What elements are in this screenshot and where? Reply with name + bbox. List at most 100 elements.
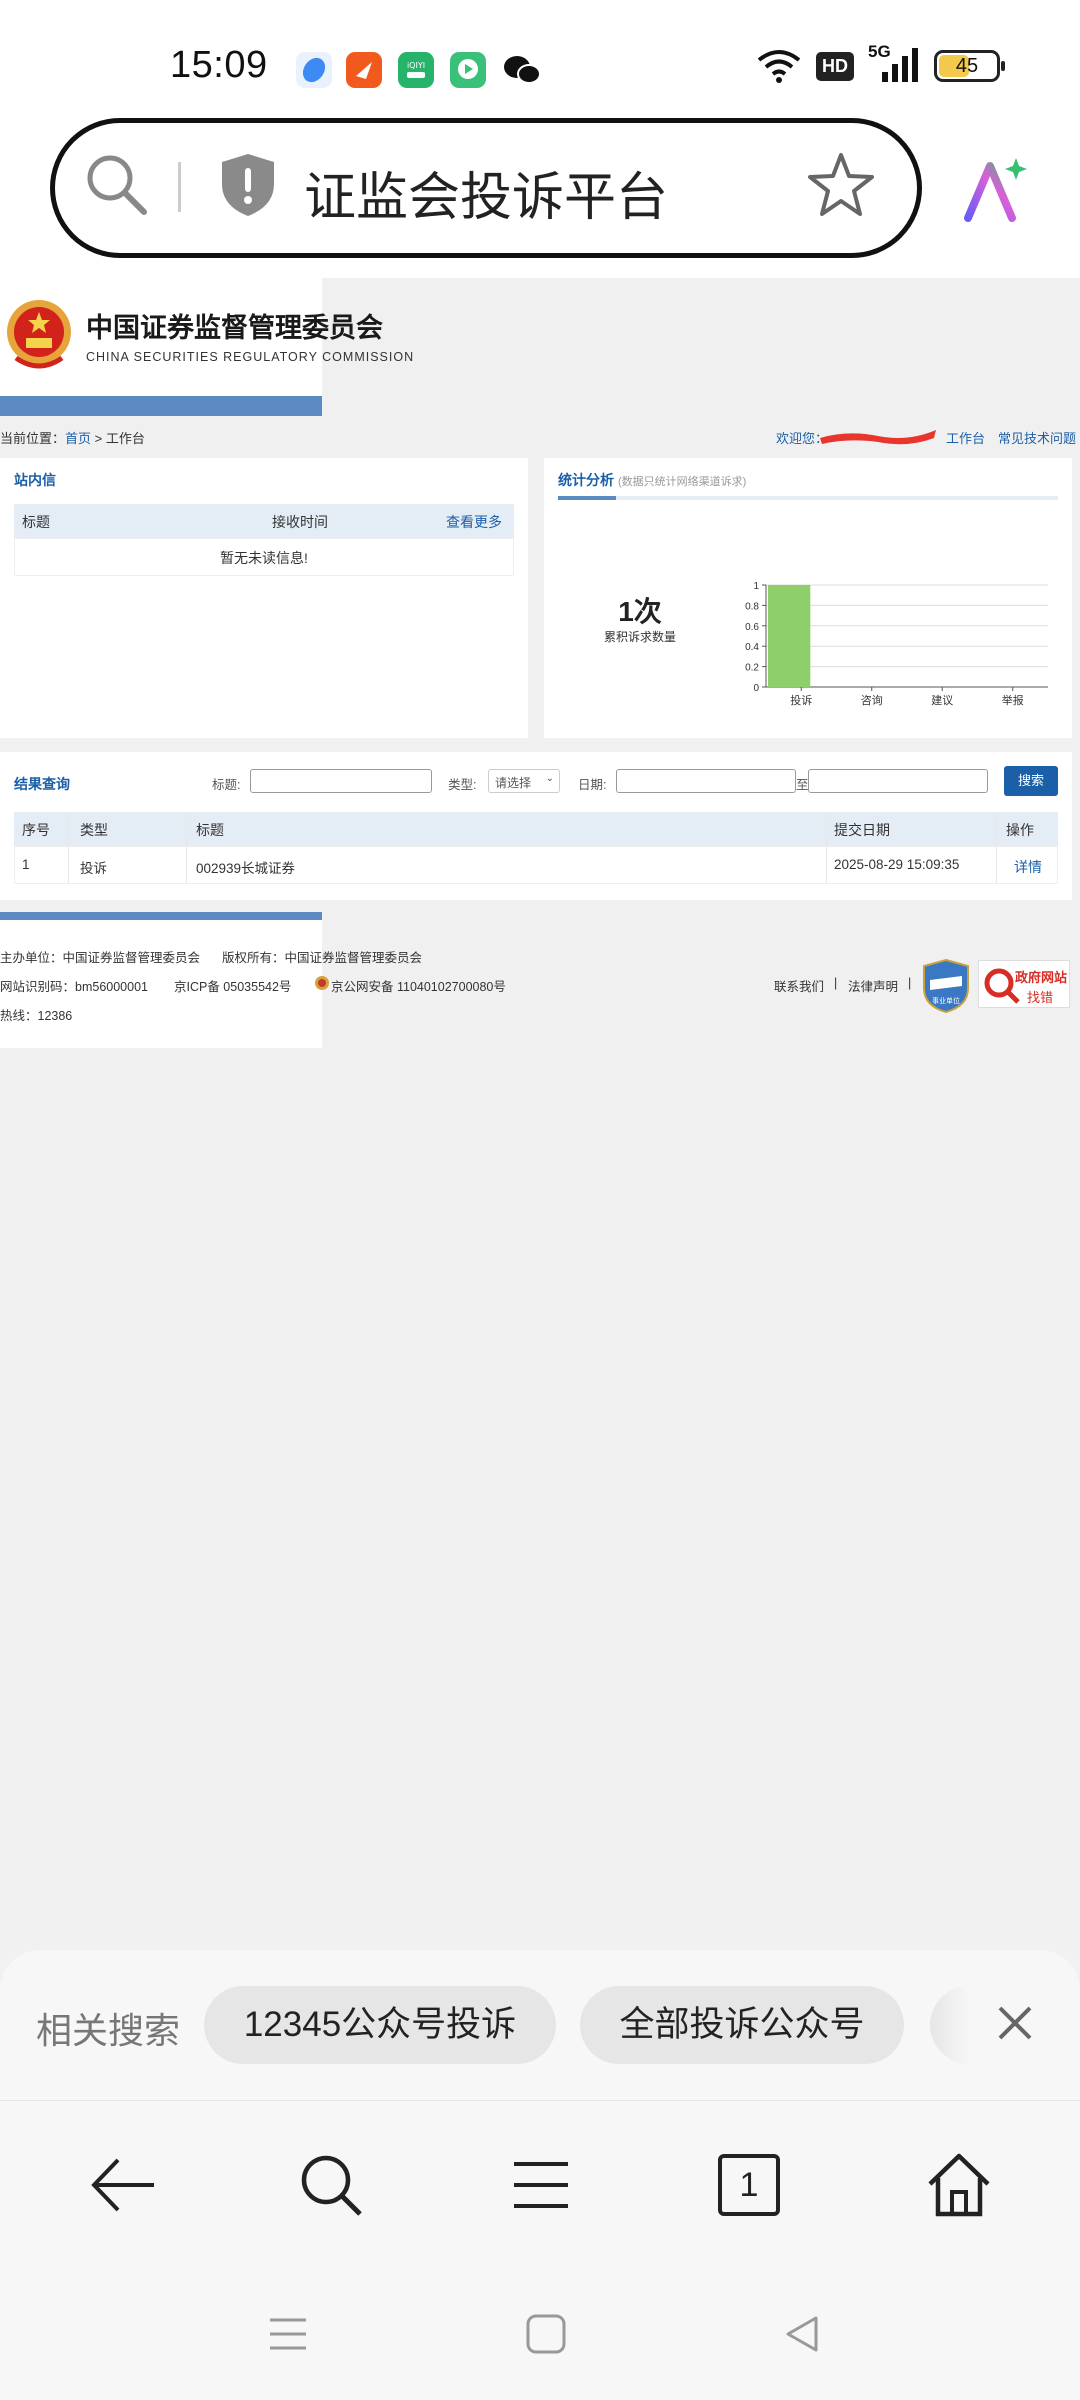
type-filter-label: 类型: [448,778,477,792]
back-arrow-icon[interactable] [88,2150,158,2220]
row-title: 002939长城证券 [196,861,296,876]
breadcrumb-home-link[interactable]: 首页 [65,431,91,446]
stats-title: 统计分析 [558,472,614,488]
stats-bar-chart: 0 0.2 0.4 0.6 0.8 1 投诉 咨询 建议 举报 [745,581,1048,707]
gov-site-error-badge[interactable]: 政府网站 找错 [978,960,1070,1008]
battery-icon: 45 [934,50,1005,82]
home-icon[interactable] [924,2150,994,2220]
stats-tab-line [558,496,1058,500]
chart-ytick-label: 0 [753,683,759,694]
home-button-icon[interactable] [524,2312,568,2356]
chart-xtick-label: 投诉 [790,693,812,707]
site-name-cn: 中国证券监督管理委员会 [86,313,383,343]
chevron-down-icon: ⌄ [545,773,554,784]
chart-ytick-label: 0.8 [745,601,759,612]
nav-workbench-link[interactable]: 工作台 [946,428,985,447]
inbox-col-title: 标题 [22,514,50,530]
chart-xtick-label: 举报 [1002,693,1024,707]
row-date: 2025-08-29 15:09:35 [834,857,960,872]
footer-police[interactable]: 京公网安备 11040102700080号 [331,976,506,995]
col-sep [186,812,187,884]
tabs-icon[interactable]: 1 [718,2154,780,2216]
inbox-col-time: 接收时间 [272,514,328,530]
institution-badge-icon[interactable]: 事业单位 [922,958,970,1014]
search-icon[interactable] [296,2150,366,2220]
col-action: 操作 [1006,822,1034,838]
menu-icon[interactable] [506,2150,576,2220]
footer-separator: | [834,976,838,990]
police-badge-icon [315,976,329,990]
date-to-label: 至 [796,778,809,792]
row-no: 1 [22,857,30,872]
stats-count: 1次 [618,596,662,627]
related-chip-2[interactable]: 全部投诉公众号 [580,1986,904,2064]
stats-tab-active [558,496,616,500]
breadcrumb: 当前位置：首页 > 工作台 [0,431,145,446]
row-detail-link[interactable]: 详情 [1014,857,1042,877]
chart-ytick-label: 0.4 [745,642,759,653]
header-stripe [0,396,322,416]
search-query[interactable]: 证监会投诉平台 [304,155,668,230]
footer-hotline: 热线：12386 [0,1009,73,1023]
col-title: 标题 [196,822,224,838]
col-sep [996,812,997,884]
inbox-panel [0,458,528,738]
inbox-empty-message: 暂无未读信息! [220,550,308,566]
chart-ytick-label: 0.2 [745,663,759,674]
close-icon[interactable] [990,1998,1040,2048]
contact-link[interactable]: 联系我们 [774,976,824,995]
footer-site-id: 网站识别码：bm56000001 [0,980,148,994]
wechat-icon [502,52,541,88]
national-emblem-icon [7,300,71,369]
date-filter-label: 日期: [578,778,607,792]
app1-icon [296,52,332,88]
divider [178,162,181,212]
stats-note: (数据只统计网络渠道诉求) [618,476,747,488]
search-icon[interactable] [82,150,152,220]
chart-ytick-label: 1 [753,581,759,592]
site-name-en: CHINA SECURITIES REGULATORY COMMISSION [86,350,415,364]
iqiyi-icon: iQIYI [398,52,434,88]
chart-ytick-label: 0.6 [745,622,759,633]
footer-stripe [0,912,322,920]
footer-copyright: 版权所有：中国证券监督管理委员会 [222,951,423,965]
search-button[interactable]: 搜索 [1004,766,1058,796]
title-filter-input[interactable] [250,769,432,793]
date-to-input[interactable] [808,769,988,793]
type-select[interactable]: 请选择 ⌄ [488,769,560,793]
results-table-head [14,812,1058,846]
footer-icp[interactable]: 京ICP备 05035542号 [174,976,291,995]
col-date: 提交日期 [834,822,890,838]
inbox-table-head [14,504,514,538]
related-search-label: 相关搜索 [36,2010,181,2051]
hd-badge: HD [816,51,854,81]
results-title: 结果查询 [14,776,70,792]
col-sep [68,812,69,884]
footer-separator: | [908,976,912,990]
inbox-more-link[interactable]: 查看更多 [446,512,502,532]
status-time: 15:09 [170,44,268,86]
stats-count-label: 累积诉求数量 [603,630,676,644]
shield-icon[interactable] [218,152,278,218]
video-app-icon [450,52,486,88]
related-chip-1[interactable]: 12345公众号投诉 [204,1986,556,2064]
svg-text:iQIYI: iQIYI [407,61,425,70]
wifi-icon [757,50,801,83]
redaction-mark [820,430,936,445]
date-from-input[interactable] [616,769,796,793]
title-filter-label: 标题: [212,778,241,792]
chart-xtick-label: 建议 [931,693,953,707]
ai-icon[interactable] [958,154,1030,226]
chart-xtick-label: 咨询 [861,693,883,707]
back-button-icon[interactable] [780,2312,824,2356]
app2-icon [346,52,382,88]
recent-apps-icon[interactable] [266,2314,310,2354]
col-type: 类型 [80,822,108,838]
nav-faq-link[interactable]: 常见技术问题 [998,428,1076,447]
chart-bar [768,585,811,687]
status-right: HD 5G 45 [756,42,1005,86]
col-sep [826,812,827,884]
inbox-title: 站内信 [14,472,56,488]
legal-link[interactable]: 法律声明 [848,976,898,995]
star-icon[interactable] [806,150,876,220]
